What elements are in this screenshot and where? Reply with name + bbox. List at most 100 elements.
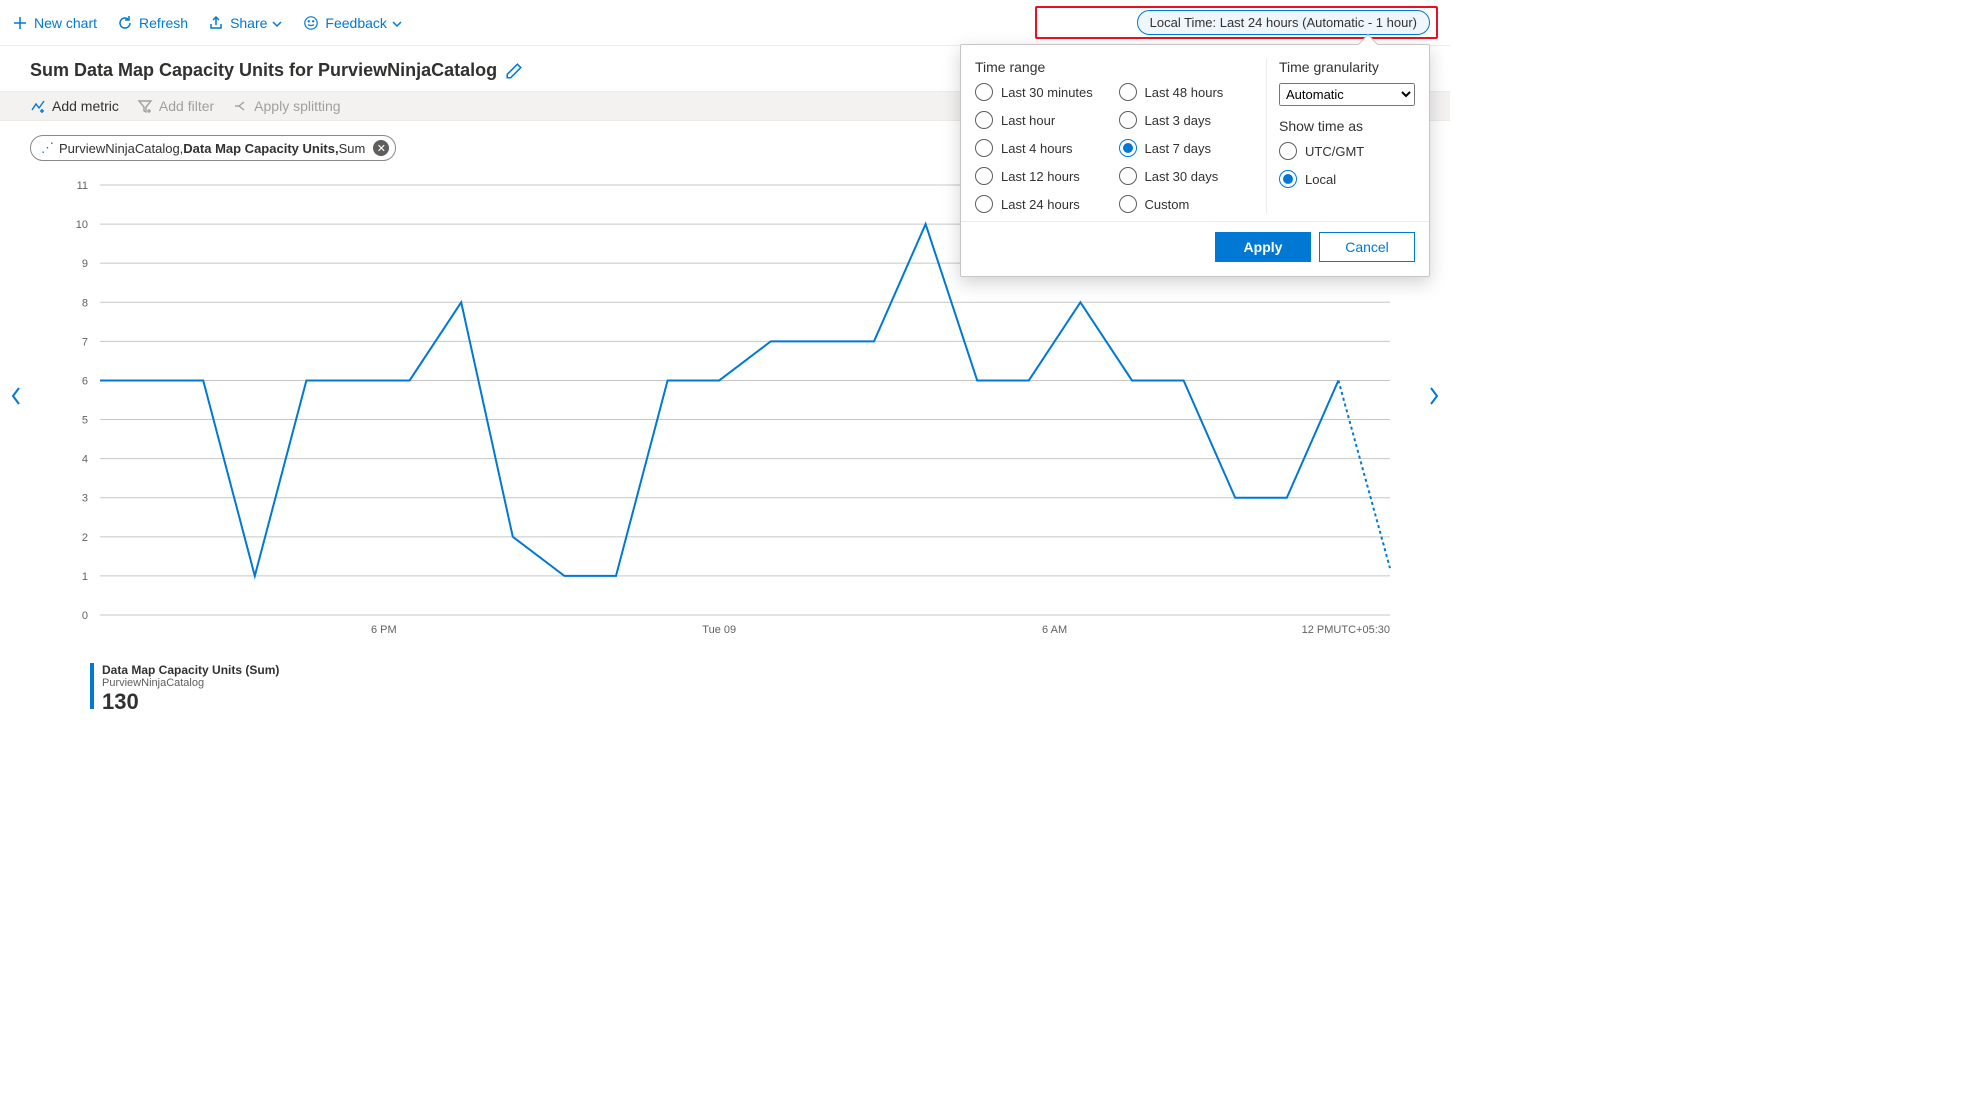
plus-icon (12, 15, 28, 31)
time-picker-pill[interactable]: Local Time: Last 24 hours (Automatic - 1… (1137, 10, 1430, 35)
time-range-option-label: Last 24 hours (1001, 197, 1080, 212)
add-metric-icon (30, 98, 46, 114)
legend-scope: PurviewNinjaCatalog (102, 677, 279, 689)
time-range-option[interactable]: Last 24 hours (975, 195, 1111, 213)
chevron-down-icon (271, 17, 283, 29)
add-metric-label: Add metric (52, 98, 119, 114)
add-metric-button[interactable]: Add metric (30, 98, 119, 114)
time-range-option[interactable]: Last hour (975, 111, 1111, 129)
granularity-select[interactable]: Automatic (1279, 83, 1415, 106)
radio-icon (1119, 83, 1137, 101)
pencil-icon (505, 62, 523, 80)
radio-icon (1119, 139, 1137, 157)
share-icon (208, 15, 224, 31)
feedback-button[interactable]: Feedback (303, 15, 402, 31)
radio-icon (975, 139, 993, 157)
svg-text:0: 0 (82, 610, 88, 622)
svg-text:3: 3 (82, 493, 88, 505)
refresh-label: Refresh (139, 15, 188, 31)
svg-text:2: 2 (82, 532, 88, 544)
time-range-option[interactable]: Last 7 days (1119, 139, 1255, 157)
svg-text:8: 8 (82, 297, 88, 309)
time-range-option-label: Custom (1145, 197, 1190, 212)
time-range-option-label: Last 30 minutes (1001, 85, 1093, 100)
apply-splitting-label: Apply splitting (254, 98, 340, 114)
metrics-explorer: New chart Refresh Share Feedback (0, 0, 1450, 800)
radio-icon (1279, 170, 1297, 188)
chevron-left-icon (9, 384, 23, 408)
edit-title-button[interactable] (505, 62, 523, 80)
time-range-option-label: Last 3 days (1145, 113, 1212, 128)
metric-pill-metric: Data Map Capacity Units, (183, 141, 338, 156)
svg-text:7: 7 (82, 336, 88, 348)
prev-time-button[interactable] (4, 380, 28, 412)
show-time-as-option[interactable]: Local (1279, 170, 1415, 188)
time-range-popover: Time range Last 30 minutes Last 48 hours L… (960, 44, 1430, 277)
svg-text:1: 1 (82, 571, 88, 583)
filter-icon (137, 98, 153, 114)
time-range-section: Time range Last 30 minutes Last 48 hours L… (975, 59, 1267, 213)
smiley-icon (303, 15, 319, 31)
cancel-button[interactable]: Cancel (1319, 232, 1415, 262)
svg-text:6: 6 (82, 375, 88, 387)
top-toolbar: New chart Refresh Share Feedback (0, 0, 1450, 46)
radio-icon (1119, 195, 1137, 213)
metric-pill[interactable]: ⋰ PurviewNinjaCatalog, Data Map Capacity… (30, 135, 396, 161)
metric-pill-icon: ⋰ (41, 140, 53, 156)
svg-text:6 PM: 6 PM (371, 624, 397, 636)
legend-series-name: Data Map Capacity Units (Sum) (102, 663, 279, 677)
new-chart-button[interactable]: New chart (12, 15, 97, 31)
apply-splitting-button[interactable]: Apply splitting (232, 98, 340, 114)
radio-icon (975, 167, 993, 185)
chevron-down-icon (391, 17, 403, 29)
radio-icon (975, 111, 993, 129)
svg-text:12 PMUTC+05:30: 12 PMUTC+05:30 (1302, 624, 1390, 636)
time-range-option-label: Last 30 days (1145, 169, 1219, 184)
time-range-option-label: Last 12 hours (1001, 169, 1080, 184)
time-range-option-label: Last 4 hours (1001, 141, 1073, 156)
time-range-option-label: Last hour (1001, 113, 1055, 128)
radio-icon (1119, 111, 1137, 129)
time-range-option-label: Last 7 days (1145, 141, 1212, 156)
show-time-as-option[interactable]: UTC/GMT (1279, 142, 1415, 160)
time-range-option[interactable]: Last 30 minutes (975, 83, 1111, 101)
share-label: Share (230, 15, 267, 31)
add-filter-label: Add filter (159, 98, 214, 114)
time-range-option[interactable]: Last 4 hours (975, 139, 1111, 157)
refresh-button[interactable]: Refresh (117, 15, 188, 31)
metric-pill-scope: PurviewNinjaCatalog, (59, 141, 183, 156)
share-button[interactable]: Share (208, 15, 283, 31)
svg-text:9: 9 (82, 258, 88, 270)
time-range-option[interactable]: Last 3 days (1119, 111, 1255, 129)
chevron-right-icon (1427, 384, 1441, 408)
svg-text:6 AM: 6 AM (1042, 624, 1067, 636)
svg-text:Tue 09: Tue 09 (702, 624, 736, 636)
svg-text:10: 10 (76, 219, 88, 231)
time-range-option[interactable]: Last 12 hours (975, 167, 1111, 185)
show-time-as-label: UTC/GMT (1305, 144, 1364, 159)
next-time-button[interactable] (1422, 380, 1446, 412)
metric-pill-remove[interactable]: ✕ (373, 140, 389, 156)
time-picker-label: Local Time: Last 24 hours (Automatic - 1… (1150, 15, 1417, 30)
close-icon: ✕ (377, 142, 386, 155)
apply-button[interactable]: Apply (1215, 232, 1311, 262)
refresh-icon (117, 15, 133, 31)
svg-text:11: 11 (77, 180, 88, 192)
legend-color-swatch (90, 663, 94, 709)
show-time-as-label: Local (1305, 172, 1336, 187)
time-picker-highlight: Local Time: Last 24 hours (Automatic - 1… (1035, 6, 1438, 39)
svg-text:4: 4 (82, 454, 88, 466)
time-range-option[interactable]: Custom (1119, 195, 1255, 213)
show-time-as-heading: Show time as (1279, 118, 1415, 134)
add-filter-button[interactable]: Add filter (137, 98, 214, 114)
chart-legend: Data Map Capacity Units (Sum) PurviewNin… (40, 655, 1410, 715)
radio-icon (975, 83, 993, 101)
new-chart-label: New chart (34, 15, 97, 31)
time-range-option[interactable]: Last 30 days (1119, 167, 1255, 185)
time-range-option[interactable]: Last 48 hours (1119, 83, 1255, 101)
radio-icon (1279, 142, 1297, 160)
granularity-heading: Time granularity (1279, 59, 1415, 75)
radio-icon (975, 195, 993, 213)
feedback-label: Feedback (325, 15, 386, 31)
time-range-heading: Time range (975, 59, 1254, 75)
